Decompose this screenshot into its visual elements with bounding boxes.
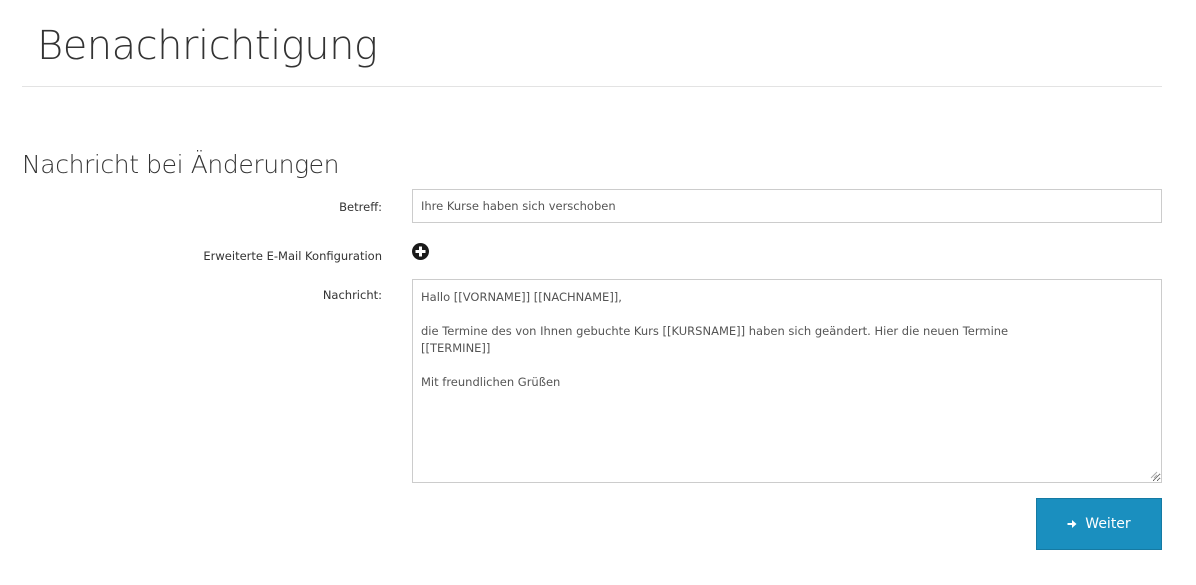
message-label: Nachricht:: [322, 288, 382, 302]
message-line: [421, 357, 1153, 374]
advanced-config-expand-button[interactable]: [412, 243, 429, 260]
plus-circle-icon: [415, 246, 426, 257]
weiter-button-label: Weiter: [1085, 516, 1131, 532]
message-line: [[TERMINE]]: [421, 341, 491, 355]
message-line: Mit freundlichen Grüßen: [421, 375, 561, 389]
message-line: [421, 306, 1153, 323]
subject-label: Betreff:: [339, 200, 382, 214]
page-title: Benachrichtigung: [37, 23, 378, 69]
weiter-button[interactable]: Weiter: [1036, 498, 1162, 550]
subject-input[interactable]: [412, 189, 1162, 223]
message-textarea[interactable]: Hallo [[VORNAME]] [[NACHNAME]], die Term…: [412, 279, 1162, 483]
title-divider: [22, 86, 1162, 87]
message-line: die Termine des von Ihnen gebuchte Kurs …: [421, 324, 1009, 338]
arrow-right-icon: [1067, 520, 1077, 528]
resize-grip-icon[interactable]: [1150, 471, 1158, 479]
message-line: Hallo [[VORNAME]] [[NACHNAME]],: [421, 290, 622, 304]
advanced-config-label: Erweiterte E-Mail Konfiguration: [203, 249, 382, 263]
section-title: Nachricht bei Änderungen: [22, 150, 340, 179]
